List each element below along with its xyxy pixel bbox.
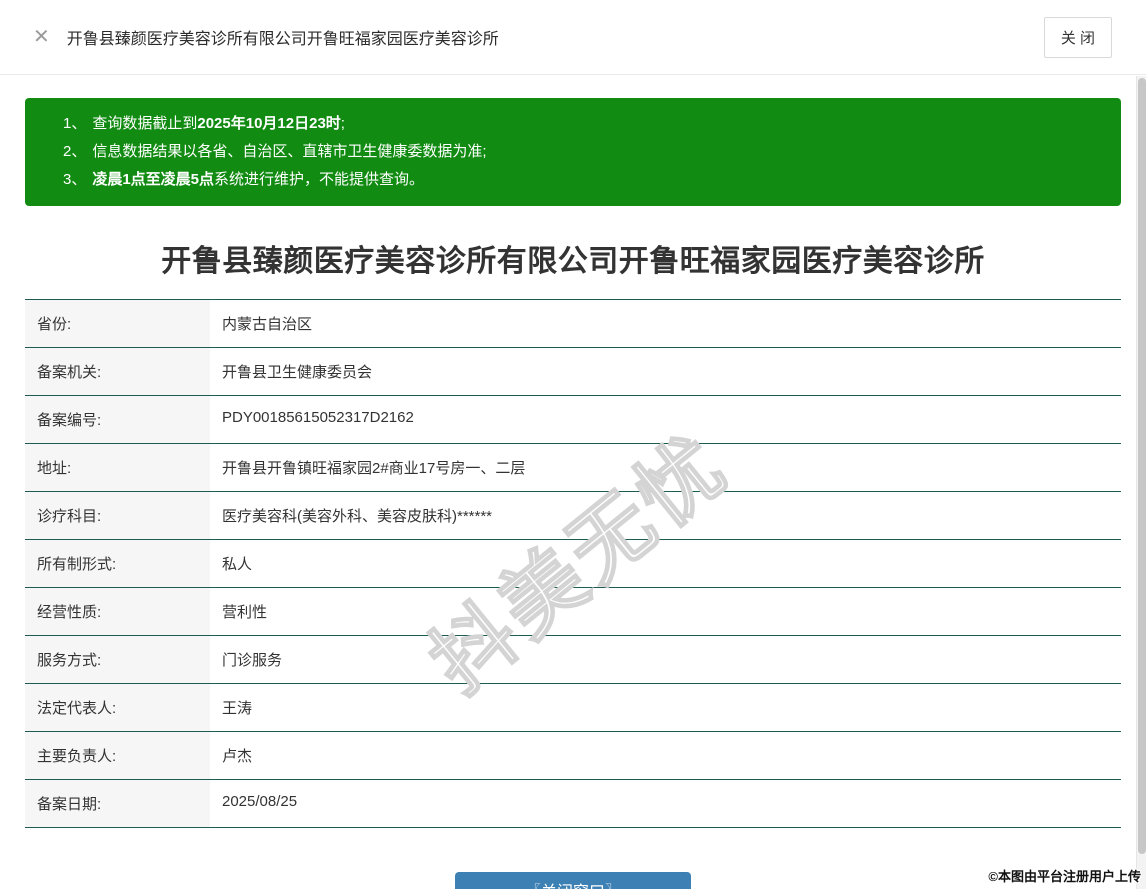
close-button[interactable]: 关 闭 <box>1043 16 1112 58</box>
row-value: 开鲁县卫生健康委员会 <box>222 364 373 381</box>
row-label: 经营性质: <box>25 588 210 635</box>
page-title: 开鲁县臻颜医疗美容诊所有限公司开鲁旺福家园医疗美容诊所 <box>161 245 985 278</box>
table-row-treatment-subjects: 诊疗科目: 医疗美容科(美容外科、美容皮肤科)****** <box>25 492 1121 540</box>
window-title: 开鲁县臻颜医疗美容诊所有限公司开鲁旺福家园医疗美容诊所 <box>66 31 499 48</box>
table-row-operation-nature: 经营性质: 营利性 <box>25 588 1121 636</box>
notice-box: 1、 查询数据截止到2025年10月12日23时; 2、 信息数据结果以各省、自治区… <box>25 98 1121 206</box>
table-row-filing-date: 备案日期: 2025/08/25 <box>25 780 1121 828</box>
notice-line-1-suffix: ; <box>340 115 345 132</box>
row-value: PDY00185615052317D2162 <box>222 409 414 426</box>
notice-line-2: 2、 信息数据结果以各省、自治区、直辖市卫生健康委数据为准; <box>63 138 1101 166</box>
row-value: 医疗美容科(美容外科、美容皮肤科)****** <box>222 508 493 525</box>
row-label: 备案日期: <box>25 780 210 827</box>
table-row-legal-representative: 法定代表人: 王涛 <box>25 684 1121 732</box>
table-row-address: 地址: 开鲁县开鲁镇旺福家园2#商业17号房一、二层 <box>25 444 1121 492</box>
table-row-ownership: 所有制形式: 私人 <box>25 540 1121 588</box>
row-value: 王涛 <box>222 700 253 717</box>
row-value: 开鲁县开鲁镇旺福家园2#商业17号房一、二层 <box>222 460 526 477</box>
notice-line-3-number: 3、 <box>63 171 87 188</box>
notice-line-1-number: 1、 <box>63 115 87 132</box>
table-row-province: 省份: 内蒙古自治区 <box>25 300 1121 348</box>
notice-line-1-bold: 2025年10月12日23时 <box>197 115 341 132</box>
row-label: 地址: <box>25 444 210 491</box>
table-row-service-mode: 服务方式: 门诊服务 <box>25 636 1121 684</box>
row-label: 诊疗科目: <box>25 492 210 539</box>
row-label: 所有制形式: <box>25 540 210 587</box>
record-table: 省份: 内蒙古自治区 备案机关: 开鲁县卫生健康委员会 备案编号: PDY001… <box>25 299 1121 828</box>
notice-line-3: 3、 凌晨1点至凌晨5点系统进行维护，不能提供查询。 <box>63 166 1101 194</box>
row-label: 主要负责人: <box>25 732 210 779</box>
button-row: 〖关闭窗口〗 <box>25 872 1121 889</box>
notice-line-3-bold: 凌晨1点至凌晨5点 <box>92 171 215 188</box>
row-label: 备案编号: <box>25 396 210 443</box>
notice-line-3-suffix: 系统进行维护，不能提供查询。 <box>214 171 425 188</box>
row-value: 内蒙古自治区 <box>222 316 313 333</box>
close-x-icon[interactable]: ✕ <box>33 27 50 47</box>
notice-line-2-text: 信息数据结果以各省、自治区、直辖市卫生健康委数据为准; <box>92 143 487 160</box>
row-value: 营利性 <box>222 604 268 621</box>
row-label: 法定代表人: <box>25 684 210 731</box>
vertical-scrollbar-track[interactable] <box>1136 76 1146 889</box>
main-content: 1、 查询数据截止到2025年10月12日23时; 2、 信息数据结果以各省、自治区… <box>0 98 1146 889</box>
row-value: 私人 <box>222 556 253 573</box>
window-titlebar: ✕ 开鲁县臻颜医疗美容诊所有限公司开鲁旺福家园医疗美容诊所 关 闭 <box>0 0 1146 75</box>
row-label: 备案机关: <box>25 348 210 395</box>
row-value: 门诊服务 <box>222 652 283 669</box>
notice-line-2-number: 2、 <box>63 143 87 160</box>
row-label: 服务方式: <box>25 636 210 683</box>
platform-upload-caption: ©本图由平台注册用户上传 <box>988 869 1141 884</box>
table-row-filing-authority: 备案机关: 开鲁县卫生健康委员会 <box>25 348 1121 396</box>
notice-line-1-text: 查询数据截止到 <box>92 115 198 132</box>
vertical-scrollbar-thumb[interactable] <box>1138 78 1146 854</box>
row-value: 2025/08/25 <box>222 793 298 810</box>
table-row-main-person-in-charge: 主要负责人: 卢杰 <box>25 732 1121 780</box>
table-row-filing-number: 备案编号: PDY00185615052317D2162 <box>25 396 1121 444</box>
notice-line-1: 1、 查询数据截止到2025年10月12日23时; <box>63 110 1101 138</box>
close-window-button[interactable]: 〖关闭窗口〗 <box>455 872 691 889</box>
row-label: 省份: <box>25 300 210 347</box>
row-value: 卢杰 <box>222 748 253 765</box>
